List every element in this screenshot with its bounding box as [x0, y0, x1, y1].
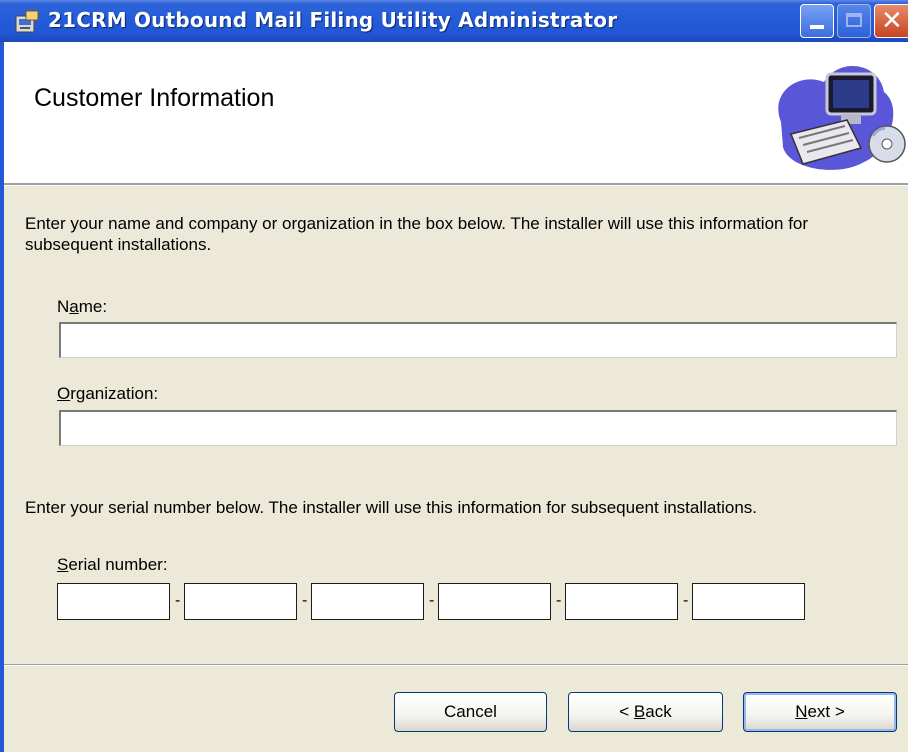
serial-segment-input[interactable] [565, 583, 678, 620]
serial-separator: - [683, 592, 689, 609]
computer-cd-icon [778, 65, 906, 170]
minimize-icon [810, 25, 824, 29]
minimize-button[interactable] [800, 4, 834, 38]
header-banner: Customer Information [4, 42, 908, 183]
intro-text: Enter your name and company or organizat… [25, 214, 809, 254]
serial-intro-text: Enter your serial number below. The inst… [25, 498, 757, 517]
close-icon: ✕ [881, 6, 903, 36]
title-bar[interactable]: 21CRM Outbound Mail Filing Utility Admin… [0, 0, 908, 42]
serial-segment-input[interactable] [438, 583, 551, 620]
organization-input[interactable] [59, 410, 897, 446]
serial-segment-input[interactable] [692, 583, 805, 620]
installer-window: 21CRM Outbound Mail Filing Utility Admin… [0, 0, 908, 752]
serial-separator: - [556, 592, 562, 609]
footer-separator [4, 664, 908, 666]
close-button[interactable]: ✕ [874, 4, 908, 38]
name-input[interactable] [59, 322, 897, 358]
installer-icon [15, 10, 39, 33]
serial-separator: - [429, 592, 435, 609]
window-title: 21CRM Outbound Mail Filing Utility Admin… [48, 8, 618, 32]
serial-separator: - [302, 592, 308, 609]
next-button[interactable]: Next > [743, 692, 897, 732]
cancel-button[interactable]: Cancel [394, 692, 547, 732]
serial-number-label: Serial number: [57, 555, 168, 574]
banner-separator [4, 183, 908, 186]
page-title: Customer Information [34, 84, 275, 112]
serial-separator: - [175, 592, 181, 609]
maximize-button [837, 4, 871, 38]
organization-label: Organization: [57, 384, 159, 403]
serial-segment-input[interactable] [311, 583, 424, 620]
name-label: Name: [57, 297, 108, 316]
serial-segment-input[interactable] [184, 583, 297, 620]
maximize-icon [846, 13, 862, 27]
serial-segment-input[interactable] [57, 583, 170, 620]
back-button[interactable]: < Back [568, 692, 723, 732]
